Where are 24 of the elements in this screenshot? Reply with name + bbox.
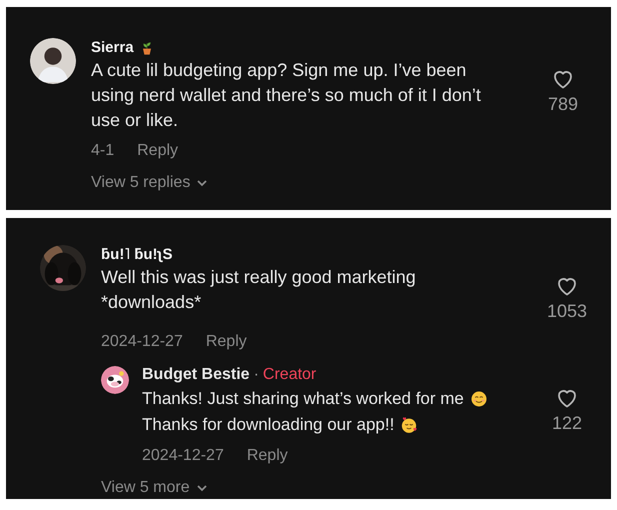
like-count: 122 bbox=[552, 412, 582, 435]
reply-link[interactable]: Reply bbox=[206, 330, 247, 354]
like-count: 789 bbox=[548, 93, 578, 116]
view-replies-button[interactable]: View 5 more bbox=[101, 476, 591, 500]
username[interactable]: Budget Bestie bbox=[142, 364, 250, 386]
reply-link[interactable]: Reply bbox=[137, 139, 178, 163]
comment-date: 4-1 bbox=[91, 141, 114, 161]
comment-text: Thanks for downloading our app!! bbox=[142, 414, 394, 436]
avatar[interactable] bbox=[30, 38, 76, 84]
comment-text: Well this was just really good marketing *downloads* bbox=[101, 266, 417, 314]
smiling-face-icon bbox=[470, 390, 488, 408]
like-count: 1053 bbox=[546, 300, 588, 323]
reply-link[interactable]: Reply bbox=[246, 444, 288, 468]
separator-dot: · bbox=[254, 365, 259, 385]
comment-date: 2024-12-27 bbox=[101, 332, 183, 352]
view-replies-button[interactable]: View 5 replies bbox=[91, 171, 587, 195]
comment-text: Thanks! Just sharing what’s worked for me bbox=[142, 388, 464, 410]
smiling-face-with-hearts-icon bbox=[400, 416, 418, 434]
cow-avatar[interactable] bbox=[101, 366, 129, 394]
comment-text: A cute lil budgeting app? Sign me up. I’ve been using nerd wallet and there’s so much of it I don’t use or like. bbox=[91, 59, 482, 132]
comment-date: 2024-12-27 bbox=[142, 446, 224, 466]
username[interactable]: Sierra bbox=[91, 38, 134, 58]
creator-label: Creator bbox=[262, 365, 316, 385]
username[interactable]: ƃu!˥ ƃu!ʅS bbox=[101, 245, 173, 265]
